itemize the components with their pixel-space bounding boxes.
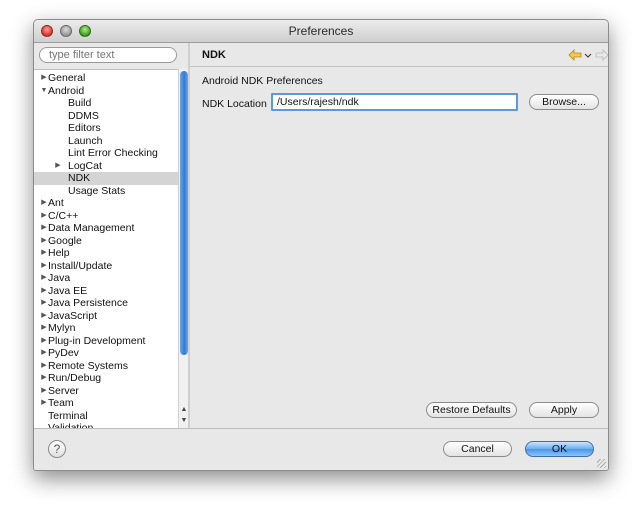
tree-item[interactable]: Lint Error Checking <box>34 147 178 160</box>
tree-item-label: Java <box>48 272 71 284</box>
tree-item[interactable]: ▶ Run/Debug <box>34 372 178 385</box>
filter-input[interactable] <box>39 47 177 63</box>
tree-item-label: Data Management <box>48 222 135 234</box>
ndk-location-label: NDK Location <box>202 98 267 110</box>
ndk-location-input[interactable] <box>271 93 518 111</box>
tree-item-label: PyDev <box>48 347 79 359</box>
tree-item[interactable]: ▶ Java <box>34 272 178 285</box>
page-title: NDK <box>202 49 226 61</box>
tree-item[interactable]: ▶ Java EE <box>34 285 178 298</box>
tree-item[interactable]: ▶ PyDev <box>34 347 178 360</box>
tree-item-label: Terminal <box>48 409 88 422</box>
collapsed-twisty-icon[interactable]: ▶ <box>40 360 48 370</box>
dialog-footer: ? Cancel OK <box>34 428 608 470</box>
tree-item[interactable]: ▶ General <box>34 72 178 85</box>
help-icon[interactable]: ? <box>48 440 66 458</box>
forward-arrow-icon[interactable] <box>594 49 609 61</box>
collapsed-twisty-icon[interactable]: ▶ <box>40 372 48 382</box>
collapsed-twisty-icon[interactable]: ▶ <box>40 347 48 357</box>
tree-item-label: Java Persistence <box>48 297 128 309</box>
ok-button[interactable]: OK <box>525 441 594 457</box>
tree-item[interactable]: Terminal <box>34 410 178 423</box>
collapsed-twisty-icon[interactable]: ▶ <box>40 272 48 282</box>
collapsed-twisty-icon[interactable]: ▶ <box>40 335 48 345</box>
tree-item[interactable]: NDK <box>34 172 178 185</box>
tree-item-label: JavaScript <box>48 309 98 322</box>
tree-item[interactable]: Build <box>34 97 178 110</box>
collapsed-twisty-icon[interactable]: ▶ <box>40 222 48 232</box>
tree-item[interactable]: ▶ Team <box>34 397 178 410</box>
tree-item-label: Google <box>48 234 82 247</box>
tree-item[interactable]: ▶ Install/Update <box>34 260 178 273</box>
tree-item-label: Run/Debug <box>48 372 102 384</box>
preference-page: NDK Android NDK Preferences NDK Location… <box>190 43 608 428</box>
collapsed-twisty-icon[interactable]: ▶ <box>40 260 48 270</box>
collapsed-twisty-icon[interactable]: ▶ <box>40 285 48 295</box>
preference-tree-pane: ▶General▼AndroidBuildDDMSEditorsLaunchLi… <box>34 43 189 430</box>
tree-item-label: Remote Systems <box>48 359 128 372</box>
tree-item-label: Java EE <box>48 284 88 297</box>
tree-item-label: Help <box>48 247 70 259</box>
tree-item[interactable]: ▶ LogCat <box>34 160 178 173</box>
collapsed-twisty-icon[interactable]: ▶ <box>40 72 48 82</box>
browse-button[interactable]: Browse... <box>529 94 599 110</box>
collapsed-twisty-icon[interactable]: ▶ <box>40 297 48 307</box>
window-title: Preferences <box>288 24 354 38</box>
collapsed-twisty-icon[interactable]: ▶ <box>40 210 48 220</box>
page-header: NDK <box>190 43 608 67</box>
tree-item-label: Lint Error Checking <box>68 147 158 159</box>
collapsed-twisty-icon[interactable]: ▶ <box>40 397 48 407</box>
restore-defaults-button[interactable]: Restore Defaults <box>426 402 517 418</box>
tree-item[interactable]: ▶ Remote Systems <box>34 360 178 373</box>
tree-item[interactable]: DDMS <box>34 110 178 123</box>
cancel-button[interactable]: Cancel <box>443 441 512 457</box>
collapsed-twisty-icon[interactable]: ▶ <box>54 160 62 170</box>
tree-item[interactable]: ▶ Data Management <box>34 222 178 235</box>
preference-tree: ▶ General ▼ Android Build DDMS Editors Launch Li… <box>34 69 179 430</box>
collapsed-twisty-icon[interactable]: ▶ <box>40 235 48 245</box>
tree-item[interactable]: Launch <box>34 135 178 148</box>
tree-item[interactable]: ▶ JavaScript <box>34 310 178 323</box>
tree-item[interactable]: ▶ Plug-in Development <box>34 335 178 348</box>
tree-item-label: Plug-in Development <box>48 334 146 347</box>
collapsed-twisty-icon[interactable]: ▶ <box>40 197 48 207</box>
tree-scroll-thumb[interactable] <box>180 71 188 355</box>
tree-item-label: Server <box>48 384 79 397</box>
resize-grip-icon[interactable] <box>597 459 606 468</box>
tree-item[interactable]: ▶ C/C++ <box>34 210 178 223</box>
tree-item[interactable]: ▶ Java Persistence <box>34 297 178 310</box>
tree-item-label: Team <box>48 397 74 409</box>
title-bar[interactable]: Preferences <box>34 20 608 43</box>
tree-item[interactable]: Usage Stats <box>34 185 178 198</box>
collapsed-twisty-icon[interactable]: ▶ <box>40 385 48 395</box>
back-arrow-icon[interactable] <box>568 49 594 61</box>
tree-item[interactable]: Editors <box>34 122 178 135</box>
tree-item-label: Build <box>68 97 92 109</box>
preferences-window: Preferences ▶General▼AndroidBuildDDMSEdi… <box>33 19 609 471</box>
tree-item[interactable]: ▶ Ant <box>34 197 178 210</box>
page-description: Android NDK Preferences <box>202 75 323 87</box>
tree-item-label: General <box>48 72 86 84</box>
tree-item[interactable]: ▶ Google <box>34 235 178 248</box>
tree-item-label: DDMS <box>68 109 99 122</box>
collapsed-twisty-icon[interactable]: ▶ <box>40 310 48 320</box>
tree-item-label: Android <box>48 84 85 97</box>
apply-button[interactable]: Apply <box>529 402 599 418</box>
tree-item-label: C/C++ <box>48 209 79 222</box>
tree-item-label: Usage Stats <box>68 184 126 197</box>
tree-item-label: Mylyn <box>48 322 76 334</box>
tree-item[interactable]: ▼ Android <box>34 85 178 98</box>
expanded-twisty-icon[interactable]: ▼ <box>40 85 48 95</box>
tree-item-label: Editors <box>68 122 101 134</box>
tree-item-label: LogCat <box>68 159 102 172</box>
collapsed-twisty-icon[interactable]: ▶ <box>40 247 48 257</box>
tree-item[interactable]: ▶ Help <box>34 247 178 260</box>
tree-item-label: NDK <box>68 172 91 184</box>
tree-item-label: Install/Update <box>48 259 113 272</box>
collapsed-twisty-icon[interactable]: ▶ <box>40 322 48 332</box>
tree-item-label: Ant <box>48 197 64 209</box>
tree-item[interactable]: ▶ Server <box>34 385 178 398</box>
tree-item[interactable]: ▶ Mylyn <box>34 322 178 335</box>
tree-item-label: Launch <box>68 134 103 147</box>
